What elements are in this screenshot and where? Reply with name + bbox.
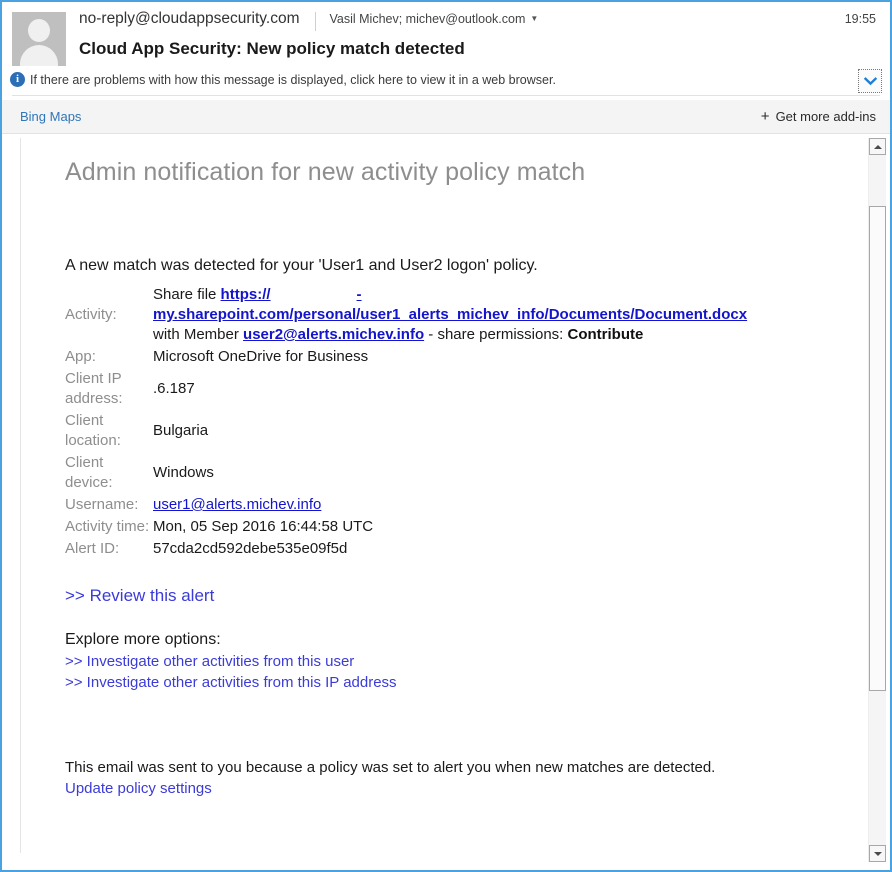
plus-icon: + bbox=[760, 108, 770, 125]
sender-row: no-reply@cloudappsecurity.com Vasil Mich… bbox=[79, 10, 876, 34]
info-icon: i bbox=[10, 72, 25, 87]
table-row: Client IP address: .6.187 bbox=[65, 368, 844, 410]
message-content: Admin notification for new activity poli… bbox=[21, 134, 844, 868]
email-header-text: no-reply@cloudappsecurity.com Vasil Mich… bbox=[66, 10, 876, 59]
url-dash: - bbox=[356, 286, 362, 303]
table-row: Activity: Share file https:// - my.sharepo… bbox=[65, 284, 844, 346]
match-summary: A new match was detected for your 'User1… bbox=[65, 257, 538, 274]
email-header: no-reply@cloudappsecurity.com Vasil Mich… bbox=[2, 2, 890, 96]
sender-address[interactable]: no-reply@cloudappsecurity.com bbox=[79, 10, 300, 28]
email-reading-pane: no-reply@cloudappsecurity.com Vasil Mich… bbox=[0, 0, 892, 872]
chevron-down-icon[interactable]: ▼ bbox=[530, 14, 538, 23]
share-permissions-value: Contribute bbox=[567, 326, 644, 344]
get-more-addins-label: Get more add-ins bbox=[775, 109, 876, 124]
table-row: Username: user1@alerts.michev.info bbox=[65, 494, 844, 516]
username-label: Username: bbox=[65, 496, 139, 514]
member-email-link[interactable]: user2@alerts.michev.info bbox=[243, 326, 424, 343]
client-location-label: Client location: bbox=[65, 412, 121, 450]
investigate-ip-link[interactable]: >> Investigate other activities from thi… bbox=[65, 674, 844, 691]
alert-id-label: Alert ID: bbox=[65, 540, 120, 558]
activity-prefix: Share file bbox=[153, 286, 221, 303]
shared-file-link[interactable]: https:// - my.sharepoint.com/personal/user… bbox=[153, 286, 747, 323]
activity-value: Share file https:// - my.sharepoint.com/pe… bbox=[153, 284, 844, 346]
activity-time-label: Activity time: bbox=[65, 518, 150, 536]
header-divider bbox=[314, 12, 316, 31]
url-scheme: https:// bbox=[220, 286, 271, 303]
footer-note: This email was sent to you because a pol… bbox=[65, 759, 716, 777]
table-row: Alert ID: 57cda2cd592debe535e09f5d bbox=[65, 538, 844, 560]
alert-id-value: 57cda2cd592debe535e09f5d bbox=[153, 540, 348, 558]
permissions-separator: - share permissions: bbox=[424, 326, 568, 344]
avatar bbox=[12, 12, 66, 66]
table-row: App: Microsoft OneDrive for Business bbox=[65, 346, 844, 368]
activity-time-value: Mon, 05 Sep 2016 16:44:58 UTC bbox=[153, 518, 374, 536]
client-ip-value: .6.187 bbox=[153, 380, 195, 398]
triangle-up-icon bbox=[873, 144, 882, 149]
avatar-body-shape bbox=[20, 45, 58, 66]
activity-label: Activity: bbox=[65, 306, 117, 324]
scrollbar-thumb[interactable] bbox=[869, 206, 886, 691]
explore-options-heading: Explore more options: bbox=[65, 631, 221, 649]
vertical-scrollbar[interactable] bbox=[868, 138, 886, 862]
chevron-down-icon bbox=[863, 76, 877, 85]
email-header-top: no-reply@cloudappsecurity.com Vasil Mich… bbox=[2, 10, 890, 66]
username-link[interactable]: user1@alerts.michev.info bbox=[153, 496, 321, 513]
recipient-list[interactable]: Vasil Michev; michev@outlook.com ▼ bbox=[330, 12, 539, 26]
received-time: 19:55 bbox=[844, 12, 876, 26]
table-row: Client location: Bulgaria bbox=[65, 410, 844, 452]
app-label: App: bbox=[65, 348, 96, 366]
message-body-area: Admin notification for new activity poli… bbox=[2, 134, 890, 868]
client-device-label: Client device: bbox=[65, 454, 113, 492]
update-policy-settings-link[interactable]: Update policy settings bbox=[65, 780, 844, 797]
app-value: Microsoft OneDrive for Business bbox=[153, 348, 369, 366]
scroll-up-button[interactable] bbox=[869, 138, 886, 155]
member-prefix: with Member bbox=[153, 326, 244, 344]
avatar-head-shape bbox=[28, 19, 50, 42]
recipient-names: Vasil Michev; michev@outlook.com bbox=[329, 12, 526, 26]
triangle-down-icon bbox=[873, 851, 882, 856]
username-value: user1@alerts.michev.info bbox=[153, 494, 844, 516]
header-rule bbox=[12, 95, 880, 96]
client-device-value: Windows bbox=[153, 464, 214, 482]
page-title: Admin notification for new activity poli… bbox=[65, 158, 586, 186]
get-more-addins-button[interactable]: + Get more add-ins bbox=[761, 109, 876, 124]
client-location-value: Bulgaria bbox=[153, 422, 209, 440]
investigate-user-link[interactable]: >> Investigate other activities from thi… bbox=[65, 653, 844, 670]
table-row: Client device: Windows bbox=[65, 452, 844, 494]
addin-bar: Bing Maps + Get more add-ins bbox=[2, 100, 890, 134]
table-row: Activity time: Mon, 05 Sep 2016 16:44:58… bbox=[65, 516, 844, 538]
email-subject: Cloud App Security: New policy match det… bbox=[79, 39, 465, 58]
info-bar-text[interactable]: If there are problems with how this mess… bbox=[30, 73, 556, 87]
addin-bing-maps[interactable]: Bing Maps bbox=[20, 109, 81, 124]
expand-header-button[interactable] bbox=[858, 69, 882, 93]
url-rest: my.sharepoint.com/personal/user1_alerts_… bbox=[153, 306, 748, 324]
alert-details-table: Activity: Share file https:// - my.sharepo… bbox=[65, 284, 844, 560]
client-ip-label: Client IP address: bbox=[65, 370, 123, 408]
info-bar[interactable]: i If there are problems with how this me… bbox=[2, 66, 890, 95]
review-alert-link[interactable]: >> Review this alert bbox=[65, 586, 844, 606]
scroll-down-button[interactable] bbox=[869, 845, 886, 862]
